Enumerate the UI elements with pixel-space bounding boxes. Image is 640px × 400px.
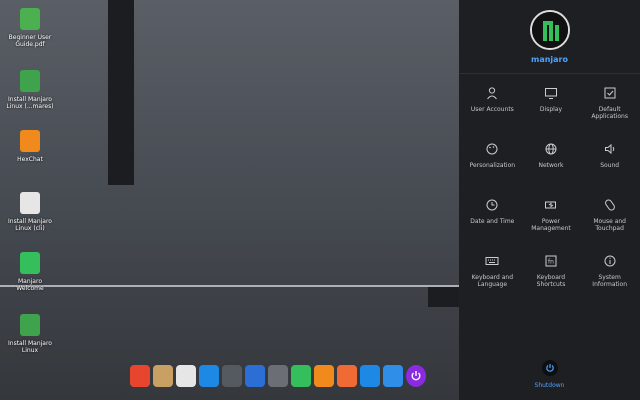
mouse-icon [604,199,615,211]
manjaro-logo-icon [20,252,40,274]
wallpaper-stripe [108,0,134,185]
desktop-icon-label: Beginner User Guide.pdf [8,34,52,48]
launcher-rocket-icon[interactable] [130,365,150,387]
settings-item-label: Mouse and Touchpad [593,218,626,232]
power-icon [545,364,554,372]
settings-item-label: Default Applications [591,106,628,120]
desktop-icon[interactable]: Install Manjaro Linux (...mares) [0,70,60,110]
settings-item[interactable]: Power Management [522,198,581,254]
settings-flower-icon[interactable] [383,365,403,387]
desktop-icon-label: Install Manjaro Linux (...mares) [6,96,54,110]
wallpaper-line [0,285,459,287]
user-icon [487,87,498,100]
settings-item[interactable]: fn Keyboard Shortcuts [522,254,581,310]
hexchat-icon[interactable] [314,365,334,387]
speaker-icon [604,143,614,155]
settings-item-label: Power Management [531,218,571,232]
desktop-icon[interactable]: Beginner User Guide.pdf [0,8,60,48]
settings-item[interactable]: Date and Time [463,198,522,254]
terminal-installer-icon [20,192,40,214]
wallpaper-block [428,287,459,307]
palette-icon [486,143,498,155]
network-globe-icon [545,143,557,155]
desktop-icon[interactable]: HexChat [0,130,60,163]
settings-item[interactable]: Network [522,142,581,198]
default-apps-icon [604,87,616,99]
keyboard-icon [485,257,499,265]
settings-item-label: Network [538,162,564,169]
pdf-document-icon [20,8,40,30]
settings-item-label: Display [539,106,563,113]
video-player-icon[interactable] [245,365,265,387]
settings-item-label: Keyboard and Language [471,274,514,288]
shutdown-label: Shutdown [534,382,565,389]
installer-icon [20,70,40,92]
settings-item-label: Date and Time [470,218,515,225]
avatar[interactable] [530,10,570,50]
settings-item-label: Sound [600,162,620,169]
browser-icon[interactable] [199,365,219,387]
monitor-icon [544,88,557,99]
panel-divider [459,73,640,74]
settings-item[interactable]: Sound [580,142,639,198]
settings-item-label: Keyboard Shortcuts [536,274,566,288]
svg-text:fn: fn [548,259,554,266]
music-player-icon[interactable] [222,365,242,387]
battery-icon [544,201,556,209]
settings-item-label: System Information [592,274,628,288]
shutdown-button[interactable] [541,360,558,376]
settings-item[interactable]: Default Applications [580,86,639,142]
installer-cli-icon[interactable] [176,365,196,387]
desktop-icon[interactable]: Manjaro Welcome [0,252,60,292]
shortcut-key-icon: fn [545,255,557,267]
settings-item-label: User Accounts [470,106,514,113]
settings-item[interactable]: Personalization [463,142,522,198]
desktop-icon-label: Manjaro Welcome [16,278,44,292]
terminal-icon[interactable] [268,365,288,387]
battery-app-icon[interactable] [337,365,357,387]
settings-item[interactable]: Display [522,86,581,142]
shutdown-area: Shutdown [459,360,640,389]
settings-item[interactable]: Keyboard and Language [463,254,522,310]
hexchat-icon [20,130,40,152]
desktop-icon[interactable]: Install Manjaro Linux [0,314,60,354]
settings-grid: User Accounts Display Default Applications… [463,86,639,310]
username: manjaro [530,55,568,64]
desktop-icon-label: Install Manjaro Linux (cli) [8,218,52,232]
desktop-icon-label: Install Manjaro Linux [8,340,52,354]
desktop-icon[interactable]: Install Manjaro Linux (cli) [0,192,60,232]
web-browser-icon[interactable] [360,365,380,387]
manjaro-icon[interactable] [291,365,311,387]
file-manager-icon[interactable] [153,365,173,387]
installer-box-icon [20,314,40,336]
info-icon [604,255,616,267]
dock [130,365,426,391]
settings-item[interactable]: Mouse and Touchpad [580,198,639,254]
desktop-icon-label: HexChat [17,156,43,163]
settings-item-label: Personalization [469,162,516,169]
settings-item[interactable]: User Accounts [463,86,522,142]
clock-icon [486,199,498,211]
settings-item[interactable]: System Information [580,254,639,310]
power-icon[interactable] [406,365,426,387]
